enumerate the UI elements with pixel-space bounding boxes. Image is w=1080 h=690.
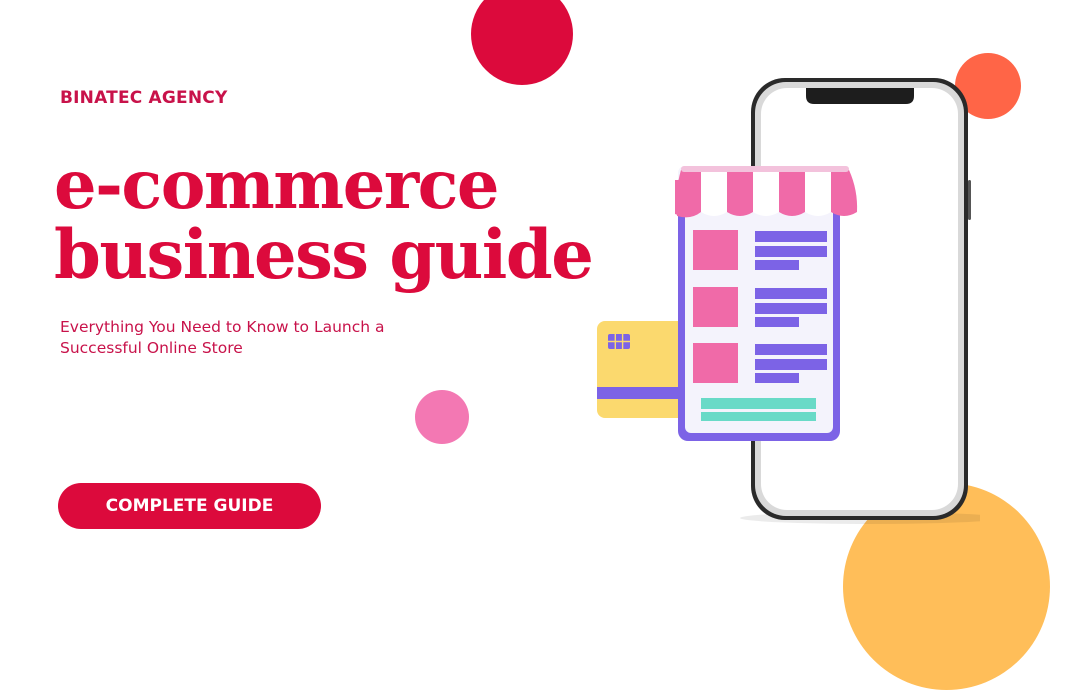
shop-awning [675,166,858,218]
checkout-bar [701,412,816,421]
page-title: e-commerce business guide [54,145,594,294]
complete-guide-button[interactable]: COMPLETE GUIDE [58,483,321,529]
checkout-bar [701,398,816,409]
agency-name: BINATEC AGENCY [60,88,228,108]
smartphone-shop-illustration [597,78,980,524]
phone-notch [806,88,914,104]
subtitle: Everything You Need to Know to Launch a … [60,318,385,357]
top-red-circle [471,0,573,85]
title-line-1: e-commerce [54,145,500,224]
pink-circle [415,390,469,444]
title-line-2: business guide [54,215,594,294]
